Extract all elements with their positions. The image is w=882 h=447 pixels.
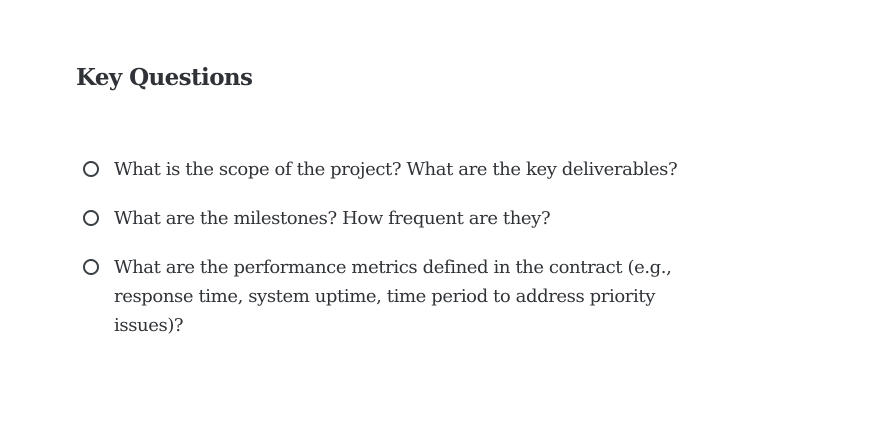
question-item-2: What are the milestones? How frequent ar… [76, 204, 776, 233]
question-item-1: What is the scope of the project? What a… [76, 155, 776, 184]
section-heading: Key Questions [76, 64, 253, 91]
key-questions-section: Key Questions What is the scope of the p… [76, 62, 776, 336]
question-text: What is the scope of the project? What a… [114, 159, 678, 180]
question-item-3: What are the performance metrics defined… [76, 253, 776, 340]
question-text: What are the milestones? How frequent ar… [114, 208, 551, 229]
question-list: What is the scope of the project? What a… [76, 155, 776, 360]
radio-circle-icon[interactable] [83, 210, 99, 226]
question-text: What are the performance metrics defined… [114, 257, 672, 336]
radio-circle-icon[interactable] [83, 259, 99, 275]
radio-circle-icon[interactable] [83, 161, 99, 177]
